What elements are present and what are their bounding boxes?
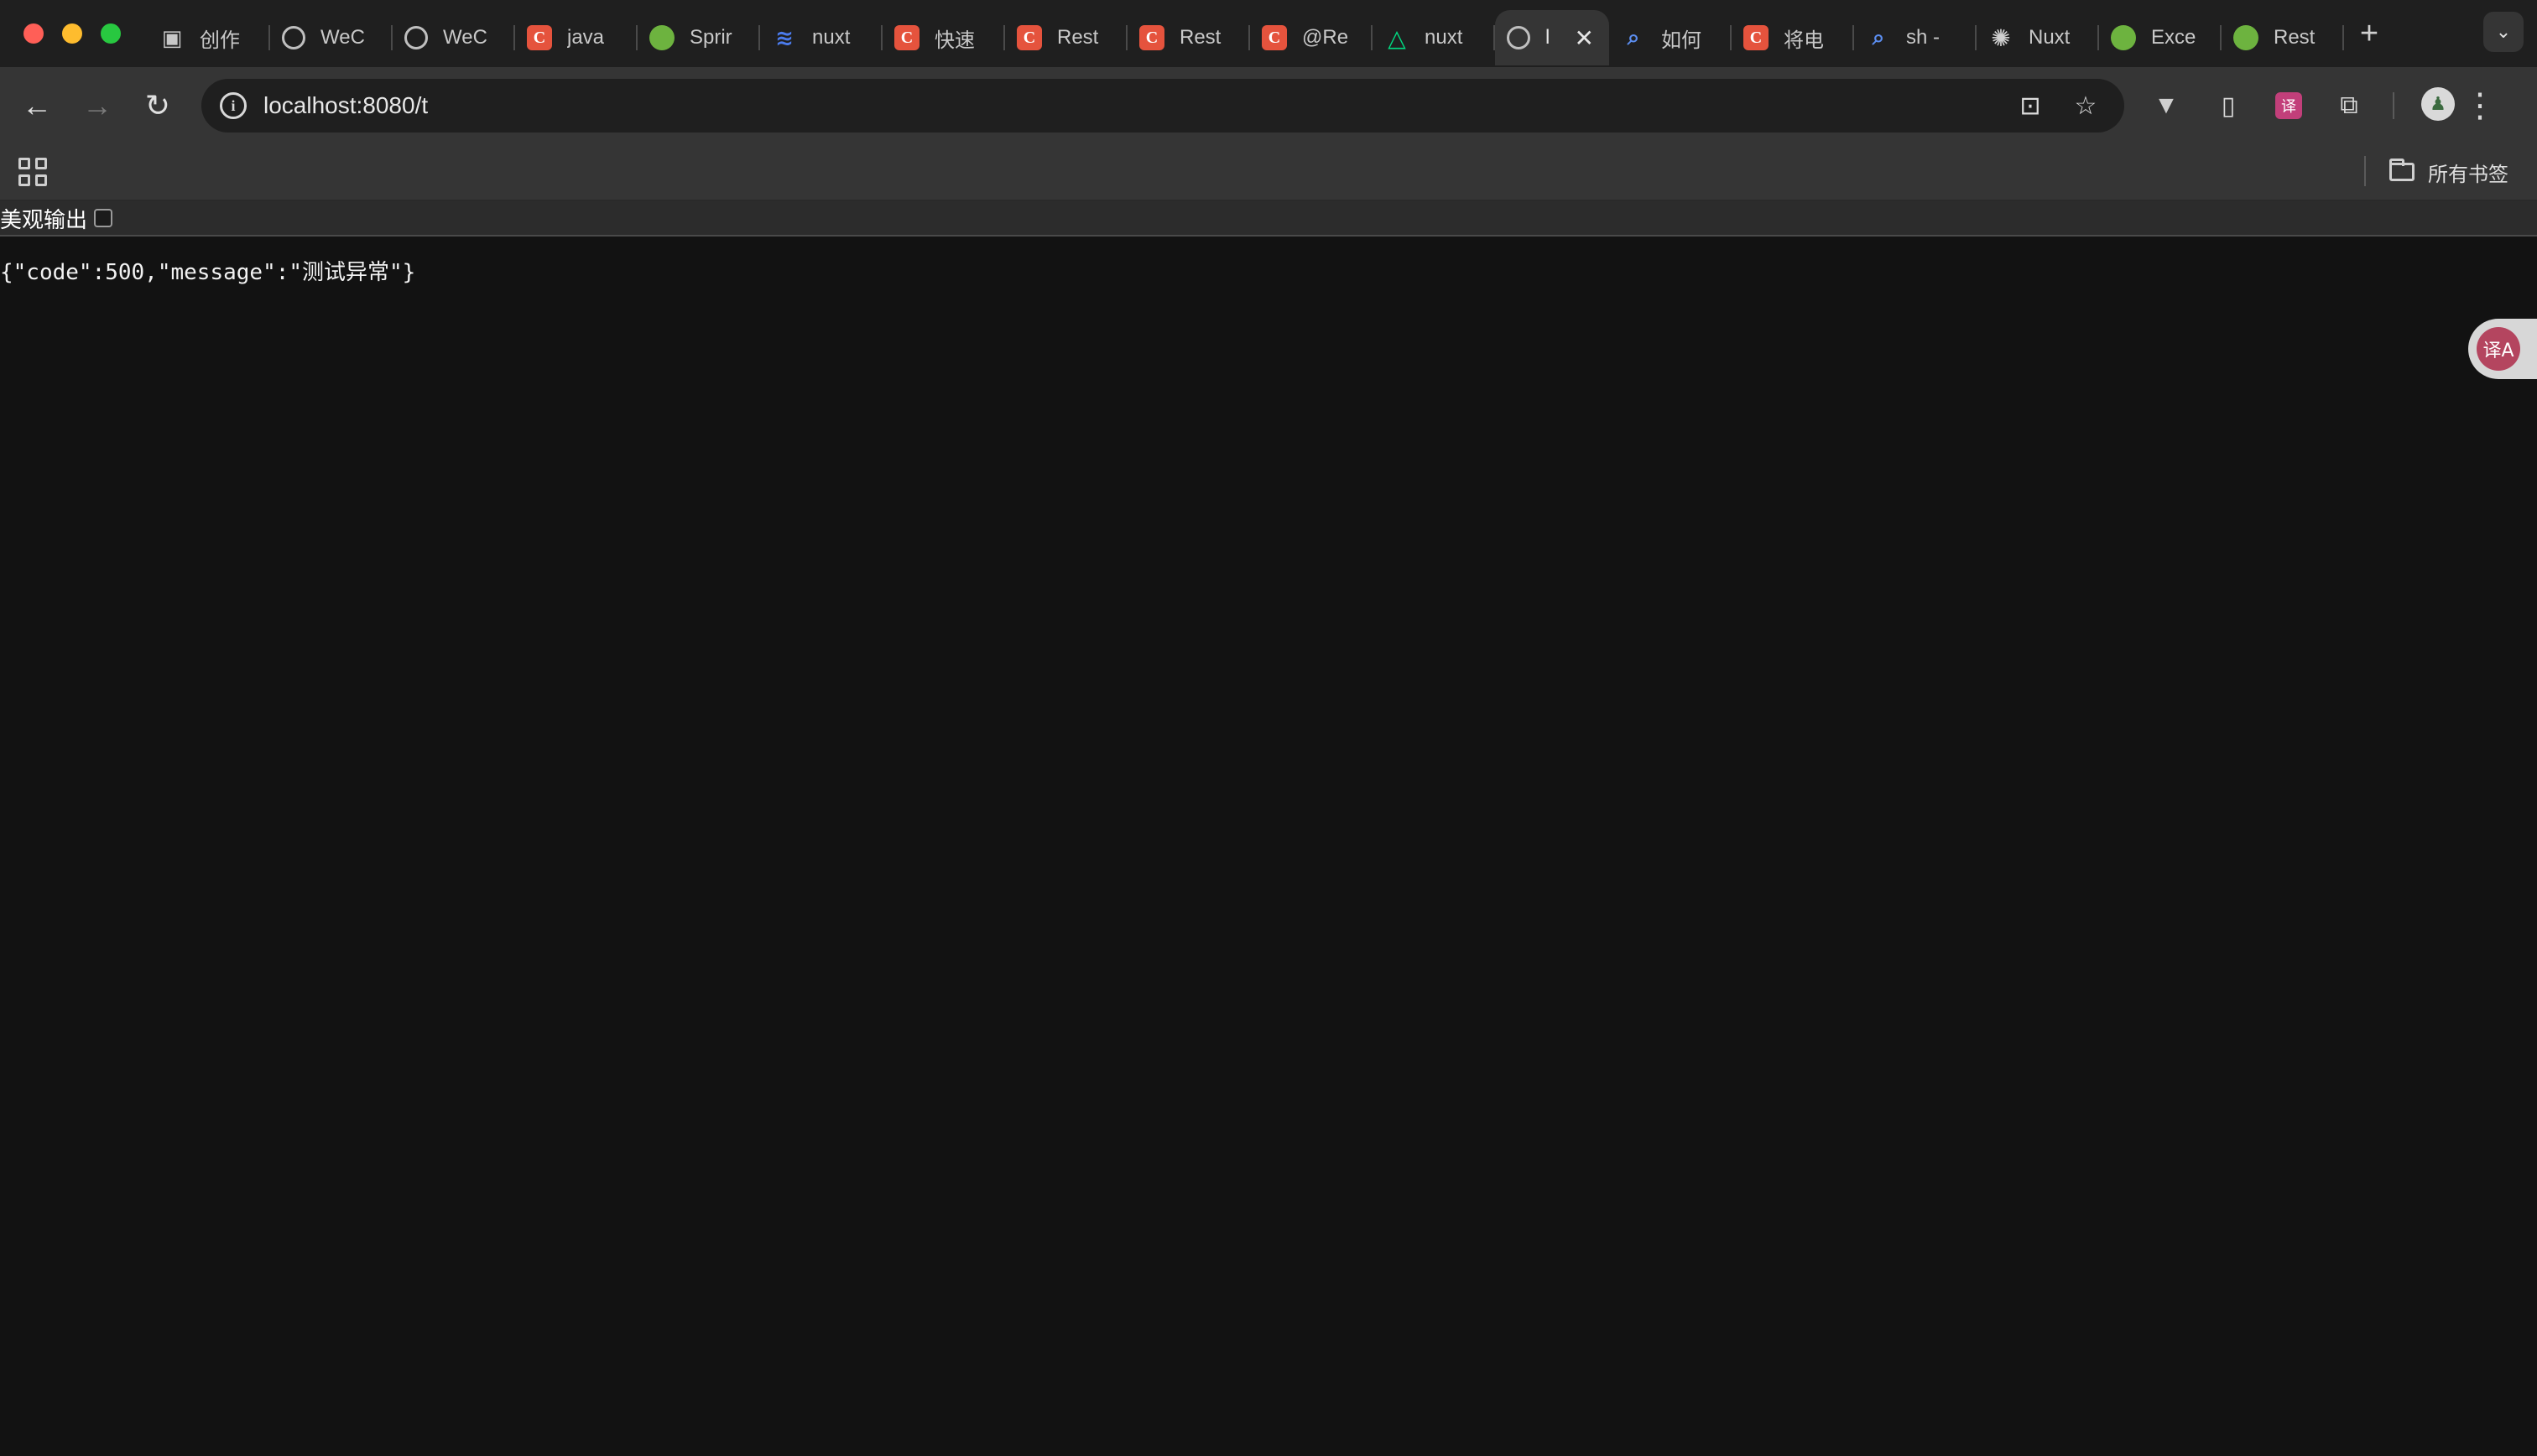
tab-title: nuxt: [812, 26, 851, 49]
tab-title: @Re: [1302, 26, 1349, 49]
translate-page-icon[interactable]: ⊡: [2013, 89, 2047, 122]
reload-icon: ↻: [144, 88, 171, 122]
address-bar[interactable]: i ⊡ ☆: [201, 79, 2124, 133]
floating-translate-button[interactable]: 译A: [2468, 319, 2537, 379]
tab-15[interactable]: ✺ Nuxt: [1977, 10, 2099, 65]
tab-title: 如何: [1661, 29, 1701, 52]
tab-list: ▣ 创作 WeC WeC Cjava Sprir ≋ nuxt C 快速 C Rest C Rest C @R…: [148, 10, 2344, 67]
spring-icon: [649, 25, 675, 50]
tab-0[interactable]: ▣ 创作: [148, 10, 270, 65]
browser-toolbar: ← → ↻ i ⊡ ☆ ▼ ▯ 译 ⧉ ⋮: [0, 67, 2537, 144]
tab-14[interactable]: ⌕ sh -: [1854, 10, 1977, 65]
new-tab-button[interactable]: +: [2349, 13, 2389, 54]
spring-icon: [2233, 25, 2258, 50]
layers-icon: ≋: [775, 24, 794, 50]
json-response-text: {"code":500,"message":"测试异常"}: [0, 260, 416, 285]
tab-17[interactable]: Rest: [2222, 10, 2344, 65]
globe-icon: [404, 26, 428, 49]
tab-title: Rest: [2274, 26, 2316, 49]
tab-search-button[interactable]: ⌄: [2483, 12, 2524, 52]
tab-2[interactable]: WeC: [393, 10, 515, 65]
tab-12[interactable]: ⌕ 如何: [1609, 10, 1732, 65]
tab-title: sh -: [1906, 26, 1941, 49]
tab-8[interactable]: C Rest: [1128, 10, 1250, 65]
csdn-icon: C: [1139, 25, 1164, 50]
tab-title: nuxt: [1425, 26, 1463, 49]
close-tab-icon[interactable]: ✕: [1575, 24, 1594, 52]
spring-icon: [2111, 25, 2136, 50]
site-info-icon[interactable]: i: [220, 92, 247, 119]
arrow-right-icon: →: [82, 88, 112, 122]
tab-title: Rest: [1180, 26, 1222, 49]
pretty-print-checkbox[interactable]: [94, 209, 113, 227]
tab-10[interactable]: △ nuxt: [1373, 10, 1495, 65]
user-avatar-icon: ♟: [2430, 93, 2446, 114]
reload-button[interactable]: ↻: [138, 86, 178, 126]
tab-9[interactable]: C @Re: [1250, 10, 1373, 65]
tab-title: Sprir: [690, 26, 732, 49]
tab-title: Nuxt: [2029, 26, 2071, 49]
csdn-icon: C: [894, 25, 919, 50]
translate-ext-badge: 译: [2275, 92, 2302, 119]
tab-title: WeC: [443, 26, 487, 49]
all-bookmarks-folder[interactable]: 所有书签: [2389, 144, 2508, 200]
tab-4[interactable]: Sprir: [638, 10, 760, 65]
page-content: 美观输出 {"code":500,"message":"测试异常"} 译A: [0, 201, 2537, 1456]
tab-title: 将电: [1784, 29, 1824, 52]
tab-1[interactable]: WeC: [270, 10, 393, 65]
forward-button[interactable]: →: [77, 86, 117, 126]
robot-icon: ▣: [161, 24, 183, 50]
extensions-puzzle-icon[interactable]: ⧉: [2329, 86, 2369, 126]
url-input[interactable]: [263, 79, 1857, 133]
device-toolbar-icon[interactable]: ▯: [2208, 86, 2248, 126]
folder-icon: [2389, 159, 2415, 181]
globe-icon: [1507, 26, 1530, 49]
tab-3[interactable]: Cjava: [515, 10, 638, 65]
bookmarks-separator: [2364, 156, 2366, 186]
all-bookmarks-label: 所有书签: [2428, 163, 2508, 186]
tab-6[interactable]: C 快速: [883, 10, 1005, 65]
toolbar-separator: [2393, 92, 2394, 119]
tab-7[interactable]: C Rest: [1005, 10, 1128, 65]
csdn-icon: C: [1743, 25, 1769, 50]
tab-strip: ▣ 创作 WeC WeC Cjava Sprir ≋ nuxt C 快速 C Rest C Rest C @R…: [0, 0, 2537, 67]
bookmark-star-icon[interactable]: ☆: [2069, 89, 2102, 122]
window-zoom-button[interactable]: [101, 23, 121, 44]
pretty-print-label: 美观输出: [0, 207, 88, 233]
tab-title: WeC: [320, 26, 365, 49]
browser-window: ▣ 创作 WeC WeC Cjava Sprir ≋ nuxt C 快速 C Rest C Rest C @R…: [0, 0, 2537, 1456]
tab-16[interactable]: Exce: [2099, 10, 2222, 65]
apps-grid-icon[interactable]: [18, 158, 47, 186]
tab-title: l: [1545, 26, 1550, 49]
tab-13[interactable]: C 将电: [1732, 10, 1854, 65]
window-minimize-button[interactable]: [62, 23, 82, 44]
profile-avatar[interactable]: ♟: [2421, 87, 2455, 121]
translate-icon: 译A: [2477, 327, 2520, 371]
tab-title: 创作: [200, 29, 240, 52]
openai-icon: ✺: [1991, 24, 2011, 51]
back-button[interactable]: ←: [17, 86, 57, 126]
tab-title: Rest: [1057, 26, 1099, 49]
arrow-left-icon: ←: [22, 88, 52, 122]
vue-devtools-icon[interactable]: ▼: [2146, 86, 2186, 126]
globe-icon: [282, 26, 305, 49]
csdn-icon: C: [1262, 25, 1287, 50]
csdn-icon: C: [527, 25, 552, 50]
json-viewer-toolbar: 美观输出: [0, 201, 2537, 237]
translate-extension-icon[interactable]: 译: [2269, 86, 2309, 126]
tab-title: Exce: [2151, 26, 2196, 49]
tab-5[interactable]: ≋ nuxt: [760, 10, 883, 65]
tab-title: java: [567, 26, 605, 49]
chevron-down-icon: ⌄: [2495, 21, 2512, 42]
search-icon: ⌕: [1627, 24, 1640, 49]
bookmarks-bar: 所有书签: [0, 144, 2537, 201]
window-close-button[interactable]: [23, 23, 44, 44]
tab-11[interactable]: l ✕: [1495, 10, 1609, 65]
nuxt-icon: △: [1388, 24, 1406, 51]
menu-kebab-icon[interactable]: ⋮: [2460, 86, 2500, 126]
tab-title: 快速: [935, 29, 975, 52]
search-icon: ⌕: [1872, 24, 1885, 49]
csdn-icon: C: [1017, 25, 1042, 50]
